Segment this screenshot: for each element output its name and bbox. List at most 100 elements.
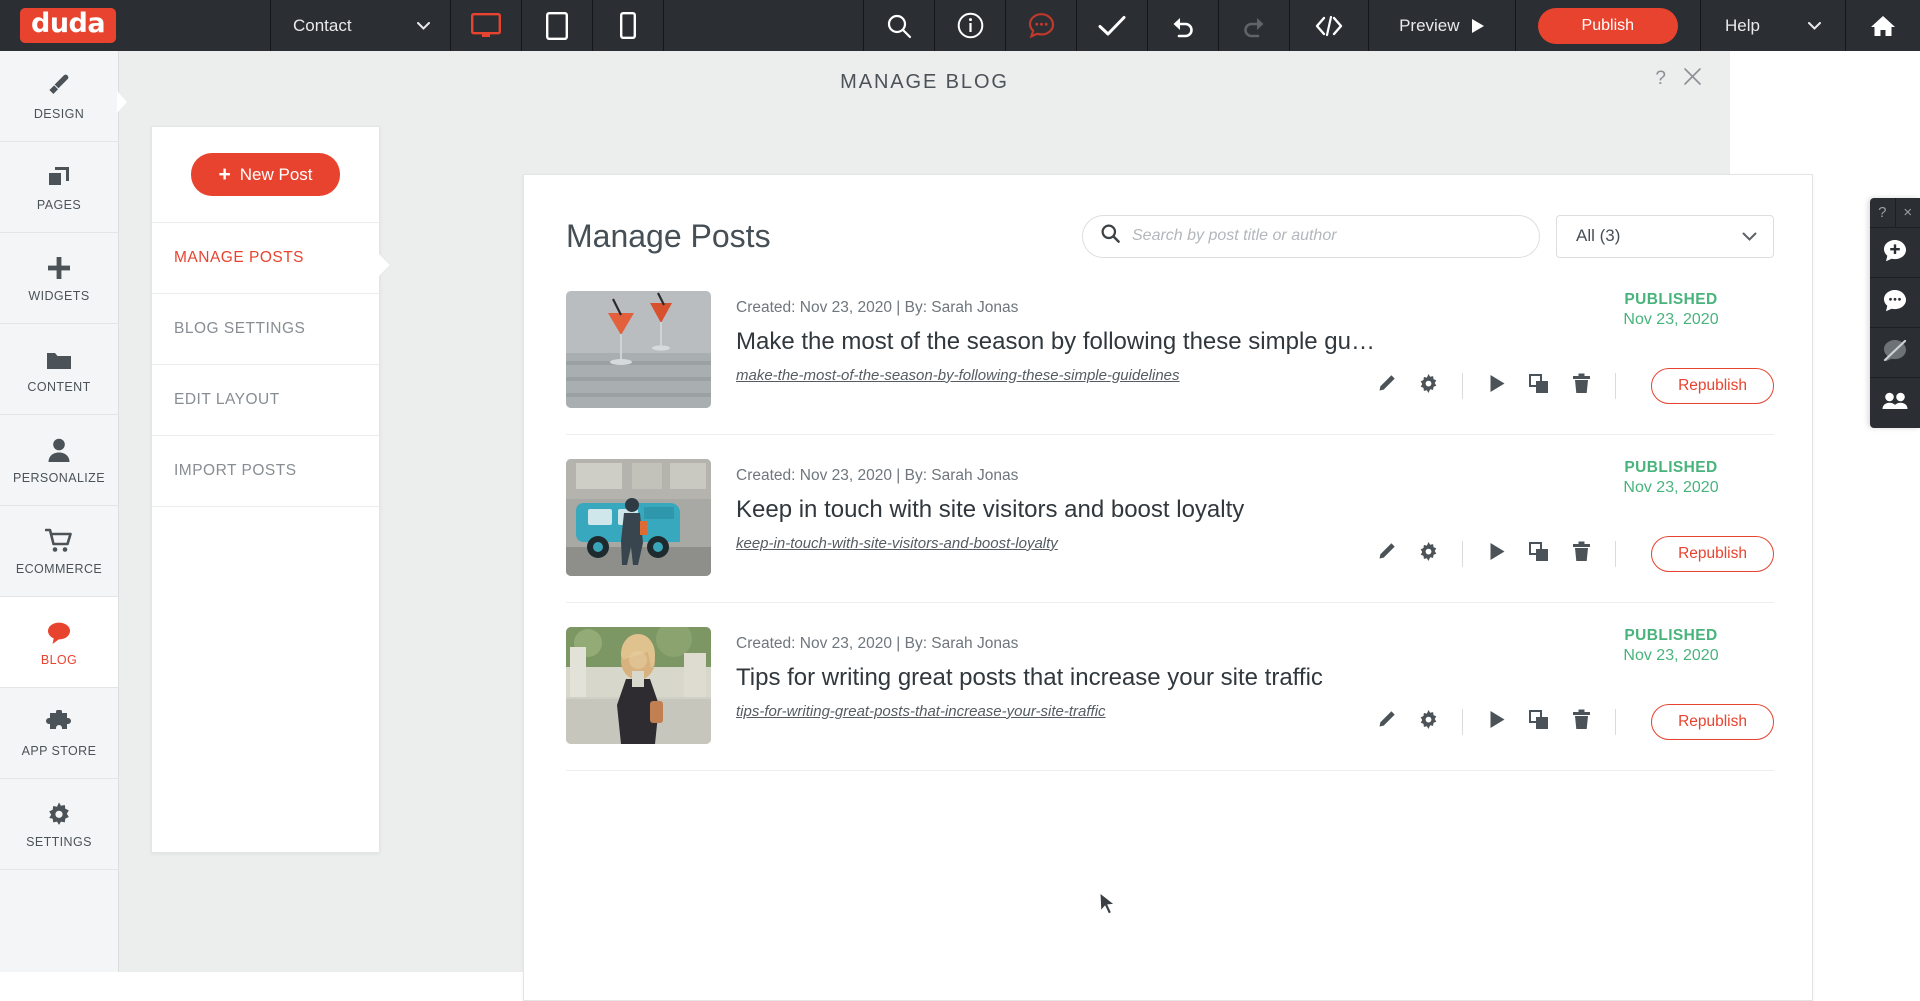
code-brackets-icon <box>1314 14 1344 38</box>
post-settings-button[interactable] <box>1407 705 1449 739</box>
divider <box>1462 541 1463 567</box>
help-label: Help <box>1725 16 1760 36</box>
code-button[interactable] <box>1290 0 1368 51</box>
collab-help-button[interactable]: ? <box>1870 198 1896 227</box>
republish-button[interactable]: Republish <box>1651 368 1774 404</box>
new-post-button[interactable]: + New Post <box>191 153 339 196</box>
table-row[interactable]: Created: Nov 23, 2020 | By: Sarah Jonas … <box>566 435 1774 603</box>
status-label: PUBLISHED <box>1586 459 1756 477</box>
status-label: PUBLISHED <box>1586 291 1756 309</box>
mobile-view-button[interactable] <box>593 0 663 51</box>
divider <box>1462 373 1463 399</box>
collaboration-panel: ? × <box>1870 198 1920 428</box>
delete-post-button[interactable] <box>1560 537 1602 571</box>
chat-button[interactable] <box>1870 278 1920 328</box>
post-thumbnail[interactable] <box>566 627 711 744</box>
post-slug[interactable]: make-the-most-of-the-season-by-following… <box>736 367 1180 384</box>
status-badge: PUBLISHED Nov 23, 2020 <box>1586 459 1756 497</box>
table-row[interactable]: Created: Nov 23, 2020 | By: Sarah Jonas … <box>566 267 1774 435</box>
sidebar-item-blog[interactable]: BLOG <box>0 597 118 688</box>
republish-button[interactable]: Republish <box>1651 536 1774 572</box>
people-icon <box>1882 392 1908 415</box>
post-thumbnail[interactable] <box>566 291 711 408</box>
duplicate-post-button[interactable] <box>1518 537 1560 571</box>
duplicate-icon <box>1529 542 1549 567</box>
mouse-cursor <box>1099 892 1117 917</box>
edit-post-button[interactable] <box>1365 705 1407 739</box>
post-settings-button[interactable] <box>1407 369 1449 403</box>
pencil-icon <box>1376 542 1396 567</box>
sidebar-item-label: BLOG <box>41 653 77 667</box>
info-circle-icon <box>957 12 984 39</box>
duplicate-post-button[interactable] <box>1518 369 1560 403</box>
check-icon <box>1098 15 1126 37</box>
brush-icon <box>46 72 72 99</box>
sidebar-item-pages[interactable]: PAGES <box>0 142 118 233</box>
comments-button[interactable] <box>1006 0 1076 51</box>
pencil-icon <box>1376 710 1396 735</box>
preview-post-button[interactable] <box>1476 705 1518 739</box>
collab-close-button[interactable]: × <box>1896 198 1920 227</box>
redo-button[interactable] <box>1219 0 1289 51</box>
tablet-view-button[interactable] <box>522 0 592 51</box>
sidebar-item-app-store[interactable]: APP STORE <box>0 688 118 779</box>
search-input[interactable] <box>1132 227 1521 245</box>
duplicate-icon <box>1529 374 1549 399</box>
pages-stack-icon <box>46 163 72 190</box>
duplicate-post-button[interactable] <box>1518 705 1560 739</box>
undo-icon <box>1170 14 1196 38</box>
new-post-container: + New Post <box>152 127 379 223</box>
info-button[interactable] <box>935 0 1005 51</box>
desktop-view-button[interactable] <box>451 0 521 51</box>
close-icon[interactable] <box>1683 67 1702 90</box>
tablet-icon <box>546 12 568 40</box>
post-title[interactable]: Make the most of the season by following… <box>736 328 1774 357</box>
sidebar-item-design[interactable]: DESIGN <box>0 51 118 142</box>
sidebar-item-settings[interactable]: SETTINGS <box>0 779 118 870</box>
preview-post-button[interactable] <box>1476 369 1518 403</box>
sidebar-item-widgets[interactable]: WIDGETS <box>0 233 118 324</box>
preview-post-button[interactable] <box>1476 537 1518 571</box>
delete-post-button[interactable] <box>1560 705 1602 739</box>
sidebar-item-label: DESIGN <box>34 107 84 121</box>
nav-item-import-posts[interactable]: IMPORT POSTS <box>152 436 379 507</box>
post-slug[interactable]: keep-in-touch-with-site-visitors-and-boo… <box>736 535 1058 552</box>
nav-item-edit-layout[interactable]: EDIT LAYOUT <box>152 365 379 436</box>
publish-container: Publish <box>1516 0 1700 51</box>
edit-post-button[interactable] <box>1365 537 1407 571</box>
add-comment-button[interactable] <box>1870 228 1920 278</box>
hide-annotations-button[interactable] <box>1870 328 1920 378</box>
modal-header-controls: ? <box>1655 67 1702 90</box>
republish-button[interactable]: Republish <box>1651 704 1774 740</box>
checklist-button[interactable] <box>1077 0 1147 51</box>
post-title[interactable]: Keep in touch with site visitors and boo… <box>736 496 1774 525</box>
table-row[interactable]: Created: Nov 23, 2020 | By: Sarah Jonas … <box>566 603 1774 771</box>
post-title[interactable]: Tips for writing great posts that increa… <box>736 664 1774 693</box>
search-button[interactable] <box>864 0 934 51</box>
post-actions: Republish <box>1365 536 1774 572</box>
sidebar-item-personalize[interactable]: PERSONALIZE <box>0 415 118 506</box>
sidebar-item-content[interactable]: CONTENT <box>0 324 118 415</box>
nav-item-blog-settings[interactable]: BLOG SETTINGS <box>152 294 379 365</box>
undo-button[interactable] <box>1148 0 1218 51</box>
duda-logo[interactable]: duda <box>0 0 270 51</box>
question-mark-icon[interactable]: ? <box>1655 69 1666 88</box>
publish-button[interactable]: Publish <box>1538 8 1678 44</box>
help-menu[interactable]: Help <box>1701 0 1845 51</box>
page-selector[interactable]: Contact <box>271 0 450 51</box>
play-icon <box>1489 542 1506 566</box>
chevron-down-icon <box>1742 226 1757 246</box>
post-settings-button[interactable] <box>1407 537 1449 571</box>
collaborators-button[interactable] <box>1870 378 1920 428</box>
cart-icon <box>45 527 73 554</box>
post-slug[interactable]: tips-for-writing-great-posts-that-increa… <box>736 703 1106 720</box>
preview-button[interactable]: Preview <box>1369 0 1514 51</box>
sidebar-item-ecommerce[interactable]: ECOMMERCE <box>0 506 118 597</box>
edit-post-button[interactable] <box>1365 369 1407 403</box>
status-filter-select[interactable]: All (3) <box>1556 215 1774 258</box>
delete-post-button[interactable] <box>1560 369 1602 403</box>
post-thumbnail[interactable] <box>566 459 711 576</box>
nav-item-manage-posts[interactable]: MANAGE POSTS <box>152 223 379 294</box>
home-button[interactable] <box>1846 0 1920 51</box>
page-selector-label: Contact <box>293 16 352 36</box>
